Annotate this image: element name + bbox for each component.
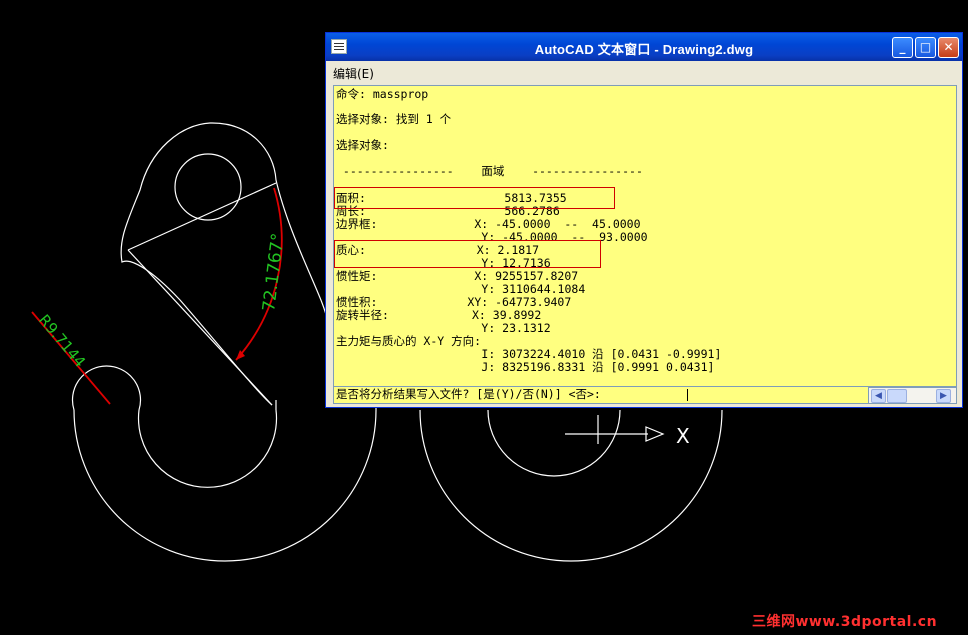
history-line: 选择对象: 找到 1 个 (336, 112, 452, 126)
hook-hole (174, 153, 242, 221)
command-line[interactable]: 是否将分析结果写入文件? [是(Y)/否(N)] <否>: (333, 387, 869, 404)
history-line: 命令: massprop (336, 87, 429, 101)
angle-dimension-text: 72.1767° (259, 232, 288, 313)
history-line: J: 8325196.8331 沿 [0.9991 0.0431] (336, 360, 715, 374)
minimize-button[interactable]: _ (892, 37, 913, 58)
command-history[interactable]: 命令: massprop 选择对象: 找到 1 个 选择对象: --------… (333, 85, 957, 387)
title-bar[interactable]: AutoCAD 文本窗口 - Drawing2.dwg _ □ ✕ (326, 33, 962, 61)
close-button[interactable]: ✕ (938, 37, 959, 58)
construction-line (127, 182, 277, 251)
command-prompt: 是否将分析结果写入文件? [是(Y)/否(N)] <否>: (336, 387, 601, 401)
history-line: 选择对象: (336, 138, 389, 152)
centroid-highlight-box (334, 240, 601, 268)
horizontal-scrollbar[interactable]: ◀ ▶ (869, 387, 957, 404)
construction-line (127, 249, 273, 406)
menu-edit[interactable]: 编辑(E) (333, 65, 374, 82)
radius-dimension-text: R9.7144 (35, 311, 89, 371)
autocad-text-window[interactable]: AutoCAD 文本窗口 - Drawing2.dwg _ □ ✕ 编辑(E) … (325, 32, 963, 408)
scroll-left-button[interactable]: ◀ (871, 389, 886, 403)
scroll-thumb[interactable] (887, 389, 907, 403)
right-inner-arc (487, 409, 621, 477)
menu-bar: 编辑(E) (326, 61, 962, 83)
ucs-x-label: X (676, 424, 690, 448)
history-line: ---------------- 面域 ---------------- (336, 164, 643, 178)
text-caret (687, 389, 688, 401)
area-highlight-box (334, 187, 615, 209)
maximize-button[interactable]: □ (915, 37, 936, 58)
scroll-right-button[interactable]: ▶ (936, 389, 951, 403)
watermark: 三维网www.3dportal.cn (752, 614, 938, 630)
window-title: AutoCAD 文本窗口 - Drawing2.dwg (534, 42, 754, 57)
ucs-arrow (645, 426, 665, 442)
